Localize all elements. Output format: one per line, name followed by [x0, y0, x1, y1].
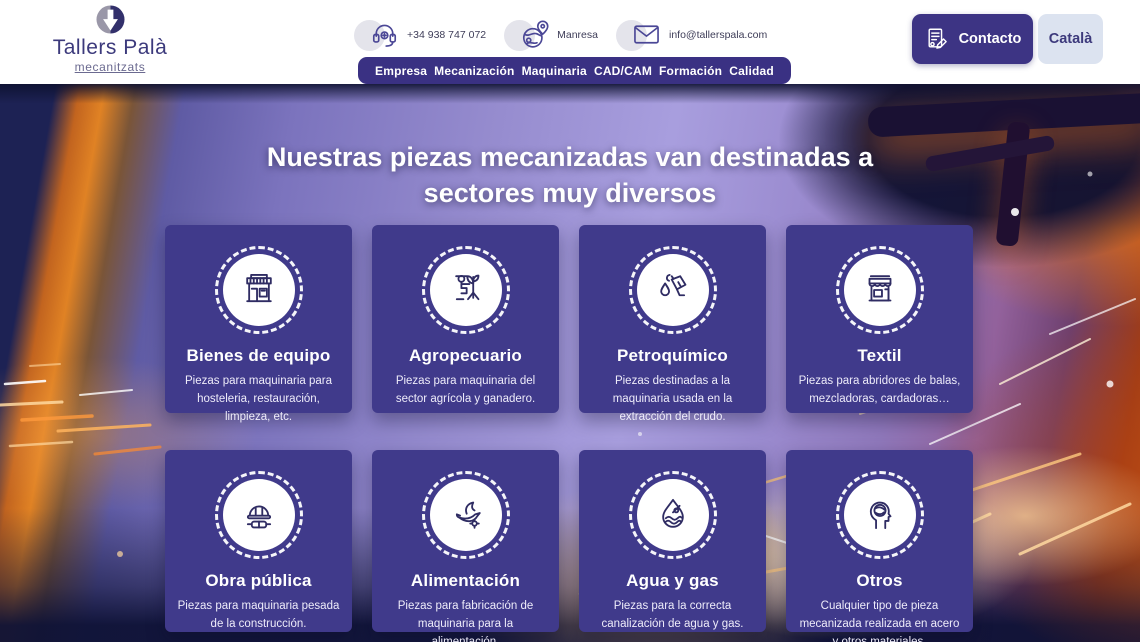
phone-number: +34 938 747 072: [407, 29, 486, 41]
dashed-ring: [215, 246, 303, 334]
main-nav: Empresa Mecanización Maquinaria CAD/CAM Form…: [358, 57, 791, 84]
nav-item-empresa[interactable]: Empresa: [375, 64, 427, 78]
sector-description: Piezas para maquinaria del sector agríco…: [383, 373, 548, 409]
head-gear-icon: [844, 479, 916, 551]
contact-item-phone[interactable]: +34 938 747 072: [362, 16, 486, 54]
bird-icon: [430, 479, 502, 551]
sector-card: Textil Piezas para abridores de balas, me…: [786, 225, 973, 413]
sector-description: Piezas para la correcta canalización de …: [590, 598, 755, 634]
contacto-label: Contacto: [959, 31, 1022, 47]
contact-strip: +34 938 747 072 Manresa: [362, 16, 767, 54]
brand-name: Tallers Palà: [36, 36, 184, 59]
hero-title: Nuestras piezas mecanizadas van destinad…: [0, 139, 1140, 212]
fuel-nozzle-icon: [637, 254, 709, 326]
contract-pen-icon: [924, 26, 950, 52]
dashed-ring: [836, 246, 924, 334]
dashed-ring: [422, 246, 510, 334]
sector-card: Agua y gas Piezas para la correcta canali…: [579, 450, 766, 632]
page: Tallers Palà mecanitzats +34 938 747 07: [0, 0, 1140, 642]
site-header: Tallers Palà mecanitzats +34 938 747 07: [0, 0, 1140, 84]
globe-pin-icon: [512, 16, 550, 54]
nav-item-mecanizacion[interactable]: Mecanización: [434, 64, 514, 78]
sector-description: Piezas para maquinaria pesada de la cons…: [176, 598, 341, 634]
contact-item-location[interactable]: Manresa: [512, 16, 598, 54]
dashed-ring: [215, 471, 303, 559]
sector-description: Piezas para maquinaria para hosteleria, …: [176, 373, 341, 426]
sector-card: AlimentaciónPiezas para fabricación de m…: [372, 450, 559, 632]
sector-title: Agua y gas: [579, 571, 766, 591]
sector-card: PetroquímicoPiezas destinadas a la maqui…: [579, 225, 766, 413]
hero-section: Nuestras piezas mecanizadas van destinad…: [0, 84, 1140, 642]
nav-item-maquinaria[interactable]: Maquinaria: [522, 64, 587, 78]
headset-icon: [362, 16, 400, 54]
nav-item-calidad[interactable]: Calidad: [729, 64, 774, 78]
nav-item-cad-cam[interactable]: CAD/CAM: [594, 64, 652, 78]
sector-description: Piezas para fabricación de maquinaria pa…: [383, 598, 548, 642]
water-drop-icon: [637, 479, 709, 551]
nav-item-formacion[interactable]: Formación: [659, 64, 722, 78]
sector-title: Textil: [786, 346, 973, 366]
sector-title: Obra pública: [165, 571, 352, 591]
sector-title: Alimentación: [372, 571, 559, 591]
logo[interactable]: Tallers Palà mecanitzats: [36, 3, 184, 74]
sector-description: Cualquier tipo de pieza mecanizada reali…: [797, 598, 962, 642]
farmer-icon: [430, 254, 502, 326]
sector-cards-grid: Bienes de equipo Piezas para maquinaria p…: [165, 225, 973, 632]
sector-description: Piezas para abridores de balas, mezclado…: [797, 373, 962, 409]
dashed-ring: [629, 246, 717, 334]
brand-tagline: mecanitzats: [36, 60, 184, 74]
hero-title-line1: Nuestras piezas mecanizadas van destinad…: [0, 139, 1140, 175]
contacto-button[interactable]: Contacto: [912, 14, 1033, 64]
dashed-ring: [629, 471, 717, 559]
sector-title: Agropecuario: [372, 346, 559, 366]
storefront-icon: [223, 254, 295, 326]
language-button[interactable]: Català: [1038, 14, 1103, 64]
hard-hat-icon: [223, 479, 295, 551]
dashed-ring: [836, 471, 924, 559]
sector-card: Agropecuario Piezas para maquinaria del s…: [372, 225, 559, 413]
logo-arrow-icon: [94, 3, 127, 36]
sector-card: Bienes de equipoPiezas para maquinaria p…: [165, 225, 352, 413]
sector-title: Petroquímico: [579, 346, 766, 366]
email-address: info@tallerspala.com: [669, 29, 767, 41]
sector-card: Obra pública Piezas para maquinaria pesad…: [165, 450, 352, 632]
shop-awning-icon: [844, 254, 916, 326]
envelope-icon: [624, 16, 662, 54]
sector-title: Bienes de equipo: [165, 346, 352, 366]
sector-card: OtrosCualquier tipo de pieza mecanizada …: [786, 450, 973, 632]
hero-title-line2: sectores muy diversos: [0, 175, 1140, 211]
contact-item-email[interactable]: info@tallerspala.com: [624, 16, 767, 54]
sector-title: Otros: [786, 571, 973, 591]
dashed-ring: [422, 471, 510, 559]
location-name: Manresa: [557, 29, 598, 41]
sector-description: Piezas destinadas a la maquinaria usada …: [590, 373, 755, 426]
